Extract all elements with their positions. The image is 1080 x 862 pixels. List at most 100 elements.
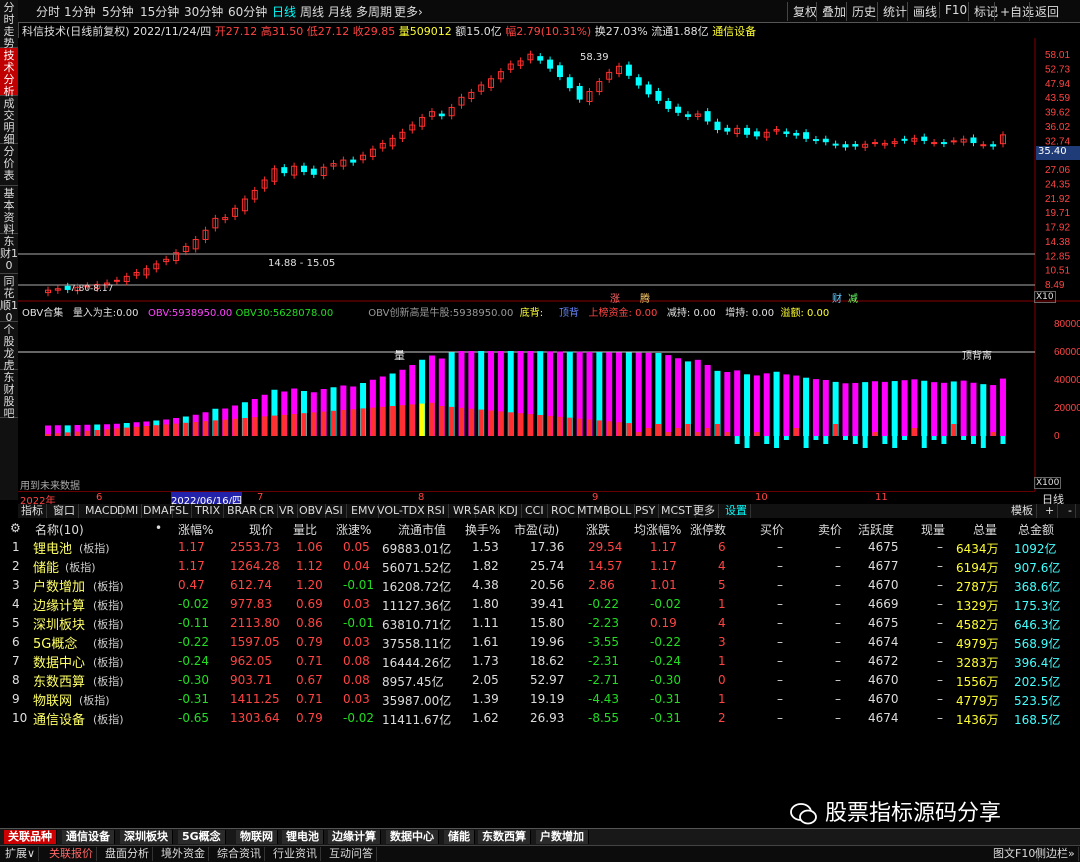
col-header-6[interactable]: 流通市值 — [398, 521, 446, 538]
table-row[interactable]: 9 物联网 (板指) -0.31 1411.25 0.71 0.03 35987.00亿 1.3… — [0, 690, 1080, 709]
sector-name[interactable]: 储能 — [33, 557, 59, 576]
indicator-tab-24[interactable]: 更多 — [690, 504, 719, 518]
period-4[interactable]: 30分钟 — [184, 3, 223, 20]
sector-name[interactable]: 东数西算 — [33, 671, 85, 690]
period-6[interactable]: 日线 — [272, 3, 296, 20]
table-row[interactable]: 8 东数西算 (板指) -0.30 903.71 0.67 0.08 8957.45亿 2.05… — [0, 671, 1080, 690]
indicator-right-1[interactable]: + — [1042, 504, 1059, 518]
sector-tab-8[interactable]: 储能 — [444, 830, 475, 844]
col-header-4[interactable]: 量比 — [293, 521, 317, 538]
left-tab-5[interactable]: 基本资料 — [0, 186, 18, 236]
sector-name[interactable]: 深圳板块 — [33, 614, 85, 633]
col-header-15[interactable]: 现量 — [921, 521, 945, 538]
indicator-tab-17[interactable]: KDJ — [496, 504, 522, 518]
table-row[interactable]: 7 数据中心 (板指) -0.24 962.05 0.71 0.08 16444.26亿 1.7… — [0, 652, 1080, 671]
indicator-tab-0[interactable]: 指标 — [18, 504, 47, 518]
indicator-tab-25[interactable]: 设置 — [722, 504, 751, 518]
chart-area[interactable]: 58.0152.7347.9443.5939.6236.0232.7429.77… — [18, 38, 1080, 491]
indicator-tab-1[interactable]: 窗口 — [50, 504, 79, 518]
status-item-6[interactable]: 互动问答 — [326, 847, 377, 861]
indicator-tab-18[interactable]: CCI — [522, 504, 548, 518]
col-header-5[interactable]: 涨速% — [336, 521, 371, 538]
period-9[interactable]: 多周期 — [356, 3, 392, 20]
indicator-tab-3[interactable]: DMI — [114, 504, 143, 518]
sector-tab-9[interactable]: 东数西算 — [478, 830, 531, 844]
table-row[interactable]: 1 锂电池 (板指) 1.17 2553.73 1.06 0.05 69883.01亿 1.53… — [0, 538, 1080, 557]
sector-tab-3[interactable]: 5G概念 — [178, 830, 226, 844]
col-header-12[interactable]: 买价 — [760, 521, 784, 538]
period-5[interactable]: 60分钟 — [228, 3, 267, 20]
period-8[interactable]: 月线 — [328, 3, 352, 20]
col-header-2[interactable]: 涨幅% — [178, 521, 213, 538]
sector-tab-1[interactable]: 通信设备 — [62, 830, 115, 844]
sector-tab-10[interactable]: 户数增加 — [536, 830, 589, 844]
sector-name[interactable]: 锂电池 — [33, 538, 72, 557]
left-tab-4[interactable]: 分价表 — [0, 144, 18, 186]
table-row[interactable]: 2 储能 (板指) 1.17 1264.28 1.12 0.04 56071.52亿 1.82 2… — [0, 557, 1080, 576]
col-header-10[interactable]: 均涨幅% — [634, 521, 681, 538]
status-item-3[interactable]: 境外资金 — [158, 847, 209, 861]
col-header-1[interactable]: • — [155, 521, 162, 535]
sector-name[interactable]: 边缘计算 — [33, 595, 85, 614]
left-tab-8[interactable]: 个股龙虎 — [0, 322, 18, 372]
col-header-0[interactable]: 名称(10) — [35, 521, 84, 538]
sector-tab-6[interactable]: 边缘计算 — [328, 830, 381, 844]
col-header-13[interactable]: 卖价 — [818, 521, 842, 538]
col-header-11[interactable]: 涨停数 — [690, 521, 726, 538]
sector-name[interactable]: 数据中心 — [33, 652, 85, 671]
indicator-right-0[interactable]: 模板 — [1008, 504, 1037, 518]
col-header-9[interactable]: 涨跌 — [586, 521, 610, 538]
indicator-tab-16[interactable]: SAR — [470, 504, 500, 518]
table-row[interactable]: 6 5G概念 (板指) -0.22 1597.05 0.79 0.03 37558.11亿 1.… — [0, 633, 1080, 652]
status-item-1[interactable]: 关联报价 — [46, 847, 97, 861]
col-header-17[interactable]: 总金额 — [1018, 521, 1054, 538]
sector-tab-5[interactable]: 锂电池 — [282, 830, 324, 844]
period-10[interactable]: 更多› — [394, 3, 423, 20]
left-tab-1[interactable]: 分时走势 — [0, 0, 18, 50]
sector-tab-4[interactable]: 物联网 — [236, 830, 278, 844]
col-header-16[interactable]: 总量 — [973, 521, 997, 538]
indicator-tab-14[interactable]: RSI — [424, 504, 449, 518]
sector-tab-0[interactable]: 关联品种 — [4, 830, 57, 844]
col-header-7[interactable]: 换手% — [465, 521, 500, 538]
period-1[interactable]: 1分钟 — [64, 3, 96, 20]
indicator-right-2[interactable]: - — [1065, 504, 1076, 518]
indicator-tab-8[interactable]: CR — [256, 504, 279, 518]
left-tab-3[interactable]: 成交明细 — [0, 96, 18, 146]
sector-name[interactable]: 户数增加 — [33, 576, 85, 595]
sector-tab-7[interactable]: 数据中心 — [386, 830, 439, 844]
indicator-tab-13[interactable]: VOL-TDX — [374, 504, 429, 518]
sector-tab-2[interactable]: 深圳板块 — [120, 830, 173, 844]
sector-name[interactable]: 物联网 — [33, 690, 72, 709]
period-0[interactable]: 分时 — [36, 3, 60, 20]
status-sidebar[interactable]: 侧边栏» — [1032, 847, 1079, 861]
left-tab-6[interactable]: 东财10 — [0, 234, 18, 274]
table-row[interactable]: 10 通信设备 (板指) -0.65 1303.64 0.79 -0.02 11411.67亿… — [0, 709, 1080, 728]
status-item-4[interactable]: 综合资讯 — [214, 847, 265, 861]
indicator-tab-6[interactable]: TRIX — [192, 504, 225, 518]
col-header-8[interactable]: 市盈(动) — [514, 521, 559, 538]
indicator-tab-11[interactable]: ASI — [322, 504, 347, 518]
left-tab-9[interactable]: 东财股吧 — [0, 370, 18, 420]
period-3[interactable]: 15分钟 — [140, 3, 179, 20]
toolbar-right-8[interactable]: 返回 — [1029, 2, 1064, 21]
gear-icon[interactable]: ⚙ — [10, 521, 21, 535]
indicator-tab-5[interactable]: FSL — [166, 504, 193, 518]
table-row[interactable]: 4 边缘计算 (板指) -0.02 977.83 0.69 0.03 11127.36亿 1.8… — [0, 595, 1080, 614]
sector-name[interactable]: 通信设备 — [33, 709, 85, 728]
col-header-14[interactable]: 活跃度 — [858, 521, 894, 538]
col-header-3[interactable]: 现价 — [249, 521, 273, 538]
status-item-0[interactable]: 扩展∨ — [2, 847, 40, 861]
table-row[interactable]: 3 户数增加 (板指) 0.47 612.74 1.20 -0.01 16208.72亿 4.3… — [0, 576, 1080, 595]
toolbar-right-2[interactable]: 历史 — [846, 2, 881, 21]
indicator-tab-9[interactable]: VR — [276, 504, 299, 518]
left-tab-7[interactable]: 同花顺10 — [0, 274, 18, 324]
table-row[interactable]: 5 深圳板块 (板指) -0.11 2113.80 0.86 -0.01 63810.71亿 1… — [0, 614, 1080, 633]
period-2[interactable]: 5分钟 — [102, 3, 134, 20]
sector-name[interactable]: 5G概念 — [33, 633, 77, 652]
period-7[interactable]: 周线 — [300, 3, 324, 20]
indicator-tab-22[interactable]: PSY — [632, 504, 660, 518]
left-tab-2[interactable]: 技术分析 — [0, 48, 18, 98]
toolbar-right-4[interactable]: 画线 — [907, 2, 942, 21]
indicator-tab-21[interactable]: BOLL — [600, 504, 636, 518]
